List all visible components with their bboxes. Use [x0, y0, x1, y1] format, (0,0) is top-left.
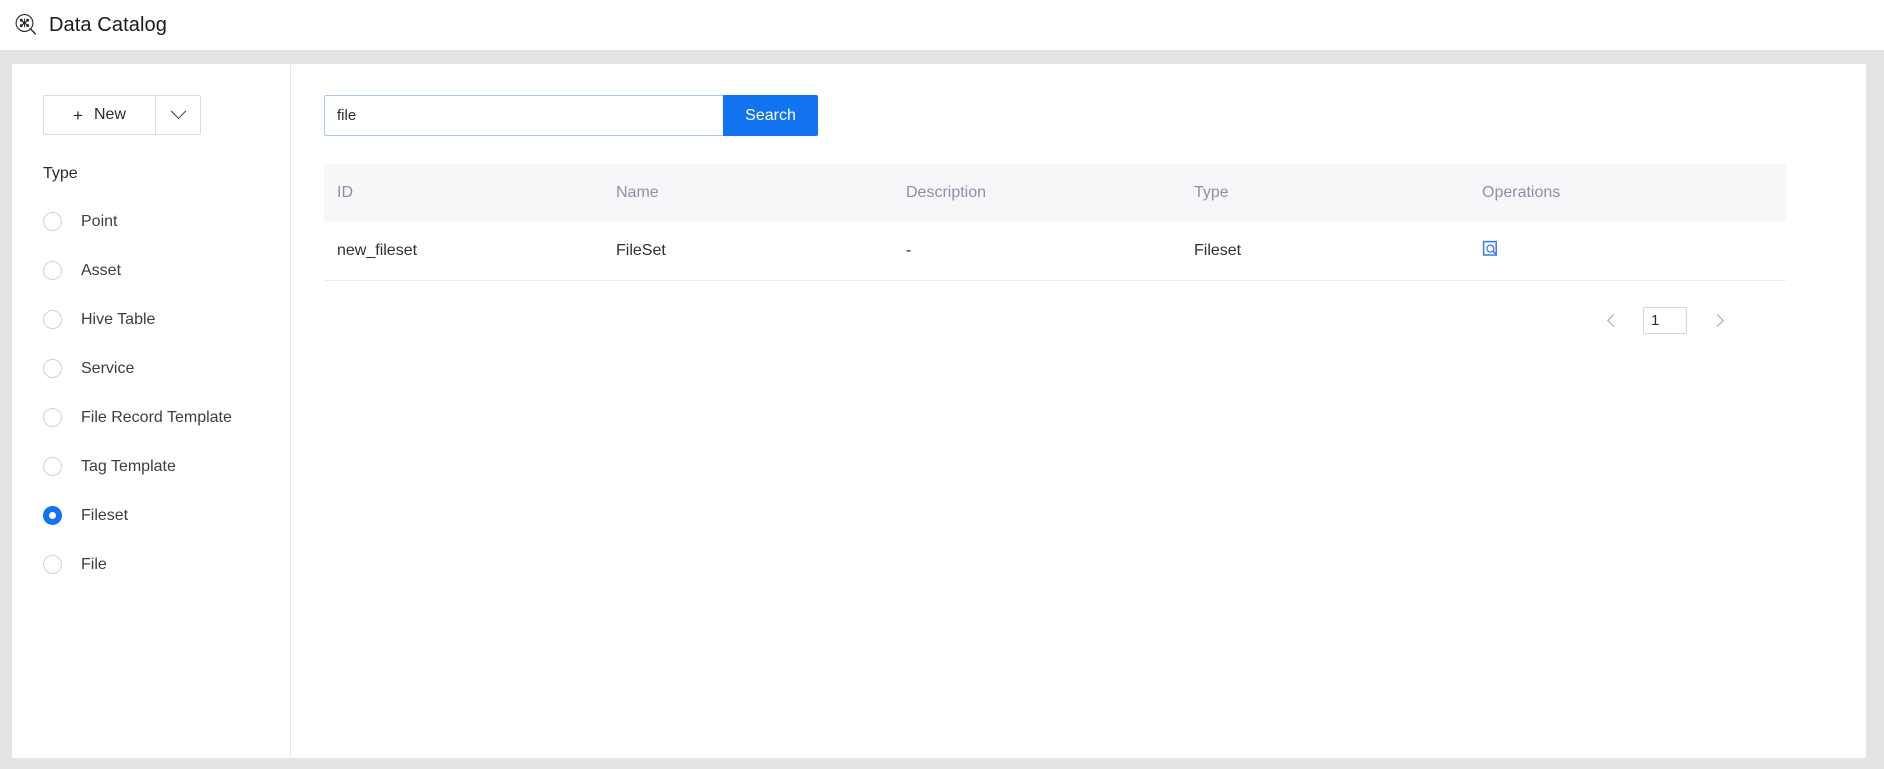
radio-label: Hive Table	[81, 310, 156, 328]
new-button[interactable]: + New	[44, 96, 155, 134]
column-header-id: ID	[337, 184, 353, 201]
radio-icon	[43, 408, 62, 427]
pagination-page-input[interactable]	[1643, 307, 1687, 334]
new-button-label: New	[93, 106, 126, 123]
radio-icon	[43, 359, 62, 378]
radio-option-hive-table[interactable]: Hive Table	[43, 295, 290, 344]
radio-option-point[interactable]: Point	[43, 197, 290, 246]
search-button[interactable]: Search	[723, 95, 818, 136]
new-dropdown-button[interactable]	[155, 96, 200, 134]
cell-name: FileSet	[616, 242, 666, 259]
radio-option-file-record-template[interactable]: File Record Template	[43, 393, 290, 442]
chevron-down-icon	[170, 102, 186, 119]
cell-description: -	[906, 242, 912, 259]
table-row[interactable]: new_fileset FileSet - Fileset	[324, 222, 1786, 281]
radio-label: File Record Template	[81, 408, 232, 426]
radio-option-service[interactable]: Service	[43, 344, 290, 393]
chevron-left-icon	[1606, 314, 1620, 327]
radio-label: File	[81, 555, 107, 573]
pagination-prev-button[interactable]	[1600, 308, 1626, 334]
app-header: Data Catalog	[0, 0, 1884, 50]
column-header-name: Name	[616, 184, 659, 201]
radio-label: Point	[81, 212, 118, 230]
results-table: ID Name Description Type Operations new_…	[324, 164, 1786, 281]
search-input[interactable]	[324, 95, 723, 136]
filter-section-title: Type	[43, 165, 78, 182]
pagination-next-button[interactable]	[1704, 308, 1730, 334]
radio-option-asset[interactable]: Asset	[43, 246, 290, 295]
radio-icon-selected	[43, 506, 62, 525]
radio-option-fileset[interactable]: Fileset	[43, 491, 290, 540]
radio-icon	[43, 555, 62, 574]
radio-label: Asset	[81, 261, 122, 279]
table-header-row: ID Name Description Type Operations	[324, 164, 1786, 222]
main-content: Search ID Name Description Type Operatio…	[291, 65, 1865, 757]
cell-type: Fileset	[1194, 242, 1242, 259]
content-card: + New Type Point Asset Hive Table Servic…	[12, 64, 1866, 758]
radio-label: Fileset	[81, 506, 129, 524]
plus-icon: +	[73, 105, 83, 125]
page-background: + New Type Point Asset Hive Table Servic…	[0, 50, 1884, 769]
column-header-description: Description	[906, 184, 987, 201]
radio-option-tag-template[interactable]: Tag Template	[43, 442, 290, 491]
radio-option-file[interactable]: File	[43, 540, 290, 589]
pagination	[324, 307, 1786, 334]
cell-operations	[1482, 240, 1742, 263]
column-header-type: Type	[1194, 184, 1229, 201]
view-detail-icon[interactable]	[1482, 240, 1500, 258]
graph-search-icon	[13, 12, 39, 38]
radio-icon	[43, 212, 62, 231]
sidebar: + New Type Point Asset Hive Table Servic…	[13, 65, 291, 757]
radio-icon	[43, 457, 62, 476]
type-filter-radio-group: Point Asset Hive Table Service File Reco…	[43, 197, 290, 589]
app-title: Data Catalog	[49, 13, 167, 36]
new-split-button: + New	[43, 95, 201, 135]
radio-icon	[43, 261, 62, 280]
cell-id: new_fileset	[337, 242, 418, 259]
radio-label: Tag Template	[81, 457, 176, 475]
radio-label: Service	[81, 359, 135, 377]
search-bar: Search	[324, 95, 818, 136]
chevron-right-icon	[1710, 314, 1724, 327]
column-header-operations: Operations	[1482, 184, 1561, 201]
radio-icon	[43, 310, 62, 329]
